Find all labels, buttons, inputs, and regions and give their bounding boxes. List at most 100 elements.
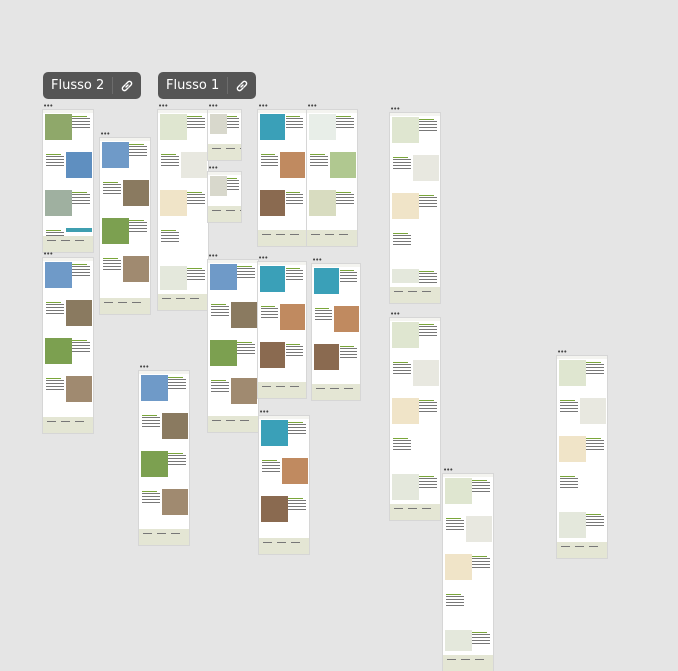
text-line xyxy=(187,124,205,125)
text-line xyxy=(339,278,358,279)
heading-line xyxy=(419,271,434,272)
image-block xyxy=(392,193,419,219)
image-block xyxy=(261,496,288,522)
text-line xyxy=(211,388,229,389)
text-line xyxy=(472,637,490,638)
heading-line xyxy=(46,378,61,379)
heading-line xyxy=(310,154,325,155)
page-frame-thumbnail[interactable] xyxy=(43,258,93,433)
heading-line xyxy=(339,270,355,271)
footer-text-line xyxy=(190,298,199,299)
text-line xyxy=(339,354,358,355)
image-block xyxy=(392,474,419,500)
page-frame-thumbnail[interactable] xyxy=(390,113,440,303)
frame-menu[interactable]: ••• xyxy=(312,257,322,264)
text-line xyxy=(72,200,90,201)
page-frame-thumbnail[interactable] xyxy=(158,110,208,310)
flow-tag-flusso-2[interactable]: Flusso 2 xyxy=(43,72,142,99)
text-line xyxy=(211,382,229,383)
text-line xyxy=(237,353,255,354)
flow-tag-flusso-1[interactable]: Flusso 1 xyxy=(158,72,257,99)
page-frame-thumbnail[interactable] xyxy=(259,416,309,554)
flow-label[interactable]: Flusso 2 xyxy=(43,77,114,94)
text-line xyxy=(161,165,179,166)
page-frame-thumbnail[interactable] xyxy=(443,474,493,671)
frame-header xyxy=(259,416,309,419)
frame-menu[interactable]: ••• xyxy=(307,103,317,110)
frame-menu[interactable]: ••• xyxy=(258,255,268,262)
image-block xyxy=(45,338,72,364)
heading-line xyxy=(72,264,87,265)
frame-menu[interactable]: ••• xyxy=(443,467,453,474)
text-line xyxy=(285,118,304,119)
text-line xyxy=(168,458,186,459)
page-frame-thumbnail[interactable] xyxy=(258,262,306,398)
link-icon[interactable] xyxy=(228,79,256,93)
text-line xyxy=(261,317,279,318)
heading-line xyxy=(472,632,487,633)
heading-line xyxy=(142,491,157,492)
text-line xyxy=(161,238,179,239)
text-line xyxy=(560,408,578,409)
image-block xyxy=(161,489,188,515)
text-line xyxy=(285,279,304,280)
text-line xyxy=(586,516,604,517)
text-line xyxy=(285,197,304,198)
page-frame-thumbnail[interactable] xyxy=(208,172,241,222)
frame-menu[interactable]: ••• xyxy=(158,103,168,110)
frame-menu[interactable]: ••• xyxy=(208,253,218,260)
heading-line xyxy=(336,116,351,117)
footer-text-line xyxy=(240,148,241,149)
text-line xyxy=(261,156,279,157)
frame-menu[interactable]: ••• xyxy=(43,251,53,258)
text-line xyxy=(419,282,437,283)
page-frame-thumbnail[interactable] xyxy=(390,318,440,520)
flow-label[interactable]: Flusso 1 xyxy=(158,77,229,94)
text-line xyxy=(187,127,205,128)
page-frame-thumbnail[interactable] xyxy=(208,110,241,160)
text-line xyxy=(472,485,490,486)
heading-line xyxy=(419,324,434,325)
image-block xyxy=(260,114,286,140)
heading-line xyxy=(187,116,202,117)
text-line xyxy=(72,275,90,276)
text-line xyxy=(103,269,121,270)
heading-line xyxy=(187,268,202,269)
heading-line xyxy=(211,304,226,305)
page-frame-thumbnail[interactable] xyxy=(307,110,357,246)
footer-text-line xyxy=(61,421,70,422)
image-block xyxy=(45,114,72,140)
frame-menu[interactable]: ••• xyxy=(43,103,53,110)
page-frame-thumbnail[interactable] xyxy=(312,264,360,400)
page-frame-thumbnail[interactable] xyxy=(100,138,150,314)
heading-line xyxy=(393,362,408,363)
frame-header xyxy=(307,110,357,113)
frame-menu[interactable]: ••• xyxy=(208,165,218,172)
frame-menu[interactable]: ••• xyxy=(259,409,269,416)
text-line xyxy=(472,558,490,559)
frame-menu[interactable]: ••• xyxy=(208,103,218,110)
image-block xyxy=(412,231,439,257)
text-line xyxy=(586,443,604,444)
text-line xyxy=(129,228,147,229)
page-frame-thumbnail[interactable] xyxy=(557,356,607,558)
text-line xyxy=(285,194,304,195)
frame-menu[interactable]: ••• xyxy=(557,349,567,356)
link-icon[interactable] xyxy=(113,79,141,93)
footer-text-line xyxy=(475,659,484,660)
page-frame-thumbnail[interactable] xyxy=(208,260,258,432)
page-frame-thumbnail[interactable] xyxy=(139,371,189,545)
image-block xyxy=(160,266,187,290)
frame-menu[interactable]: ••• xyxy=(390,106,400,113)
frame-menu[interactable]: ••• xyxy=(100,131,110,138)
text-line xyxy=(288,500,306,501)
frame-menu[interactable]: ••• xyxy=(390,311,400,318)
page-frame-thumbnail[interactable] xyxy=(258,110,306,246)
text-line xyxy=(560,402,578,403)
frame-menu[interactable]: ••• xyxy=(139,364,149,371)
text-line xyxy=(285,352,304,353)
page-frame-thumbnail[interactable] xyxy=(43,110,93,252)
text-line xyxy=(103,190,121,191)
text-line xyxy=(129,146,147,147)
frame-menu[interactable]: ••• xyxy=(258,103,268,110)
